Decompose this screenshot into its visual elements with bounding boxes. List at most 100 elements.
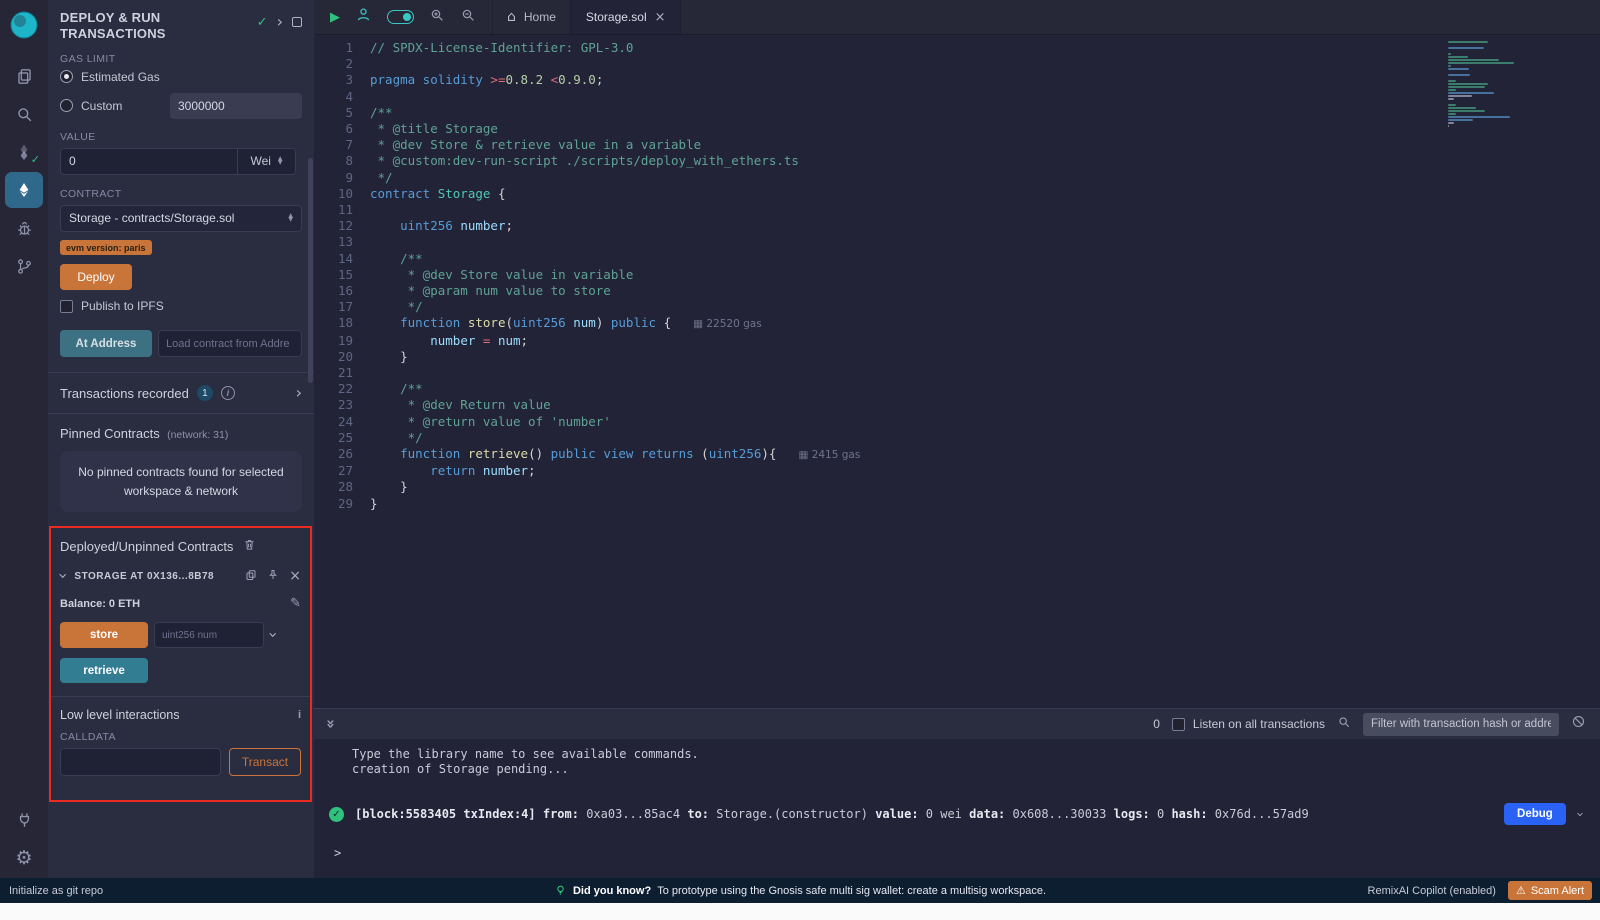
code-line: 24 * @return value of 'number'	[314, 414, 1600, 430]
code-line: 28 }	[314, 479, 1600, 495]
code-line: 29}	[314, 496, 1600, 512]
code-editor[interactable]: 1// SPDX-License-Identifier: GPL-3.023pr…	[314, 35, 1600, 708]
publish-ipfs-label: Publish to IPFS	[81, 299, 164, 313]
at-address-input[interactable]	[158, 330, 302, 357]
code-line: 2	[314, 56, 1600, 72]
publish-ipfs-checkbox[interactable]	[60, 300, 73, 313]
terminal: » 0 Listen on all transactions Type the …	[314, 708, 1600, 878]
trash-icon[interactable]	[243, 538, 256, 554]
plugin-manager-icon[interactable]	[5, 802, 43, 838]
compile-success-badge: ✓	[31, 153, 40, 166]
tab-storage-sol[interactable]: Storage.sol ×	[571, 0, 681, 34]
run-script-icon[interactable]: ▶	[330, 10, 340, 25]
lightbulb-icon	[554, 884, 567, 897]
estimated-gas-radio[interactable]	[60, 70, 73, 83]
terminal-collapse-icon[interactable]: »	[322, 719, 340, 729]
at-address-button[interactable]: At Address	[60, 330, 152, 357]
spinner-down-icon[interactable]: ▼	[278, 161, 283, 165]
search-icon[interactable]	[5, 96, 43, 132]
contract-select-value: Storage - contracts/Storage.sol	[69, 211, 234, 225]
code-line: 15 * @dev Store value in variable	[314, 267, 1600, 283]
transactions-count-badge: 1	[197, 385, 213, 401]
value-label: VALUE	[60, 131, 302, 143]
edit-balance-icon[interactable]: ✎	[290, 596, 301, 611]
instance-collapse-icon[interactable]: ›	[55, 573, 71, 579]
pin-panel-icon[interactable]	[292, 17, 302, 27]
minimap[interactable]	[1448, 41, 1518, 127]
terminal-content[interactable]: Type the library name to see available c…	[314, 739, 1600, 878]
source-control-icon[interactable]	[5, 248, 43, 284]
pinned-empty-message: No pinned contracts found for selected w…	[60, 451, 302, 512]
tx-expand-icon[interactable]: ›	[1572, 811, 1587, 816]
custom-gas-input[interactable]	[170, 93, 302, 119]
deploy-run-panel: DEPLOY & RUN TRANSACTIONS ✓ › GAS LIMIT …	[48, 0, 314, 878]
zoom-out-icon[interactable]	[460, 7, 476, 28]
code-line: 25 */	[314, 430, 1600, 446]
copilot-toggle[interactable]	[387, 10, 414, 24]
solidity-compiler-icon[interactable]: ✓	[5, 134, 43, 170]
remix-logo[interactable]	[7, 8, 41, 42]
terminal-prompt[interactable]: >	[314, 846, 1600, 861]
code-line: 22 /**	[314, 381, 1600, 397]
transactions-expand-icon[interactable]: ›	[296, 385, 302, 401]
git-init-button[interactable]: Initialize as git repo	[0, 885, 103, 897]
deployed-contracts-header: Deployed/Unpinned Contracts	[60, 538, 301, 554]
contract-instance-header[interactable]: › STORAGE AT 0X136...8B78 ×	[60, 568, 301, 584]
main-area: ▶ ⌂ Home Storage.sol ×	[314, 0, 1600, 878]
custom-gas-radio[interactable]	[60, 99, 73, 112]
store-argument-input[interactable]	[154, 622, 264, 648]
panel-check-icon: ✓	[257, 15, 268, 30]
deploy-button[interactable]: Deploy	[60, 264, 132, 290]
editor-tabbar: ▶ ⌂ Home Storage.sol ×	[314, 0, 1600, 35]
terminal-search-icon[interactable]	[1337, 715, 1351, 734]
clear-console-icon[interactable]	[1571, 714, 1586, 734]
tab-home[interactable]: ⌂ Home	[492, 0, 571, 34]
listen-all-label: Listen on all transactions	[1193, 717, 1325, 731]
transactions-recorded-row[interactable]: Transactions recorded 1 i ›	[60, 385, 302, 401]
scam-alert-badge[interactable]: ⚠ Scam Alert	[1508, 881, 1592, 900]
pinned-network-label: (network: 31)	[167, 429, 228, 441]
panel-scrollbar[interactable]	[308, 158, 313, 383]
zoom-in-icon[interactable]	[429, 7, 445, 28]
panel-header: DEPLOY & RUN TRANSACTIONS ✓ ›	[60, 10, 302, 43]
home-icon: ⌂	[507, 9, 516, 25]
copilot-status[interactable]: RemixAI Copilot (enabled)	[1368, 885, 1496, 897]
debug-button[interactable]: Debug	[1504, 803, 1566, 825]
terminal-filter-input[interactable]	[1363, 713, 1559, 736]
custom-gas-label: Custom	[81, 99, 122, 113]
code-line: 12 uint256 number;	[314, 218, 1600, 234]
tab-close-icon[interactable]: ×	[655, 10, 666, 25]
transact-button[interactable]: Transact	[229, 748, 301, 776]
remixai-icon[interactable]	[355, 6, 372, 28]
store-function-button[interactable]: store	[60, 622, 148, 648]
remove-instance-icon[interactable]: ×	[289, 569, 301, 583]
gas-estimate-hint: ▦ 2415 gas	[798, 449, 860, 461]
low-level-info-icon[interactable]: i	[298, 709, 301, 721]
code-line: 18 function store(uint256 num) public {▦…	[314, 315, 1600, 332]
tip-text: To prototype using the Gnosis safe multi…	[657, 885, 1046, 897]
low-level-label: Low level interactions	[60, 708, 180, 722]
terminal-lines: Type the library name to see available c…	[314, 747, 1600, 777]
value-input[interactable]	[60, 148, 238, 175]
contract-select[interactable]: Storage - contracts/Storage.sol ▲▼	[60, 205, 302, 232]
calldata-input[interactable]	[60, 748, 221, 776]
value-unit-select[interactable]: Wei ▲▼	[238, 148, 296, 175]
remix-ide-window: ✓ ⚙ DEPLOY & RUN TRANSACTIONS ✓ › GA	[0, 0, 1600, 920]
code-line: 16 * @param num value to store	[314, 283, 1600, 299]
deploy-run-icon[interactable]	[5, 172, 43, 208]
info-icon[interactable]: i	[221, 386, 235, 400]
terminal-line: Type the library name to see available c…	[314, 747, 1600, 762]
copy-address-icon[interactable]	[245, 569, 257, 584]
store-expand-icon[interactable]: ›	[265, 632, 281, 638]
debugger-icon[interactable]	[5, 210, 43, 246]
code-line: 27 return number;	[314, 463, 1600, 479]
code-line: 21	[314, 365, 1600, 381]
settings-icon[interactable]: ⚙	[5, 840, 43, 876]
panel-chevron-icon[interactable]: ›	[277, 14, 283, 30]
terminal-toolbar: » 0 Listen on all transactions	[314, 709, 1600, 739]
retrieve-function-button[interactable]: retrieve	[60, 658, 148, 683]
code-line: 6 * @title Storage	[314, 121, 1600, 137]
file-explorer-icon[interactable]	[5, 58, 43, 94]
pin-contract-icon[interactable]	[267, 569, 279, 584]
listen-all-checkbox[interactable]	[1172, 718, 1185, 731]
